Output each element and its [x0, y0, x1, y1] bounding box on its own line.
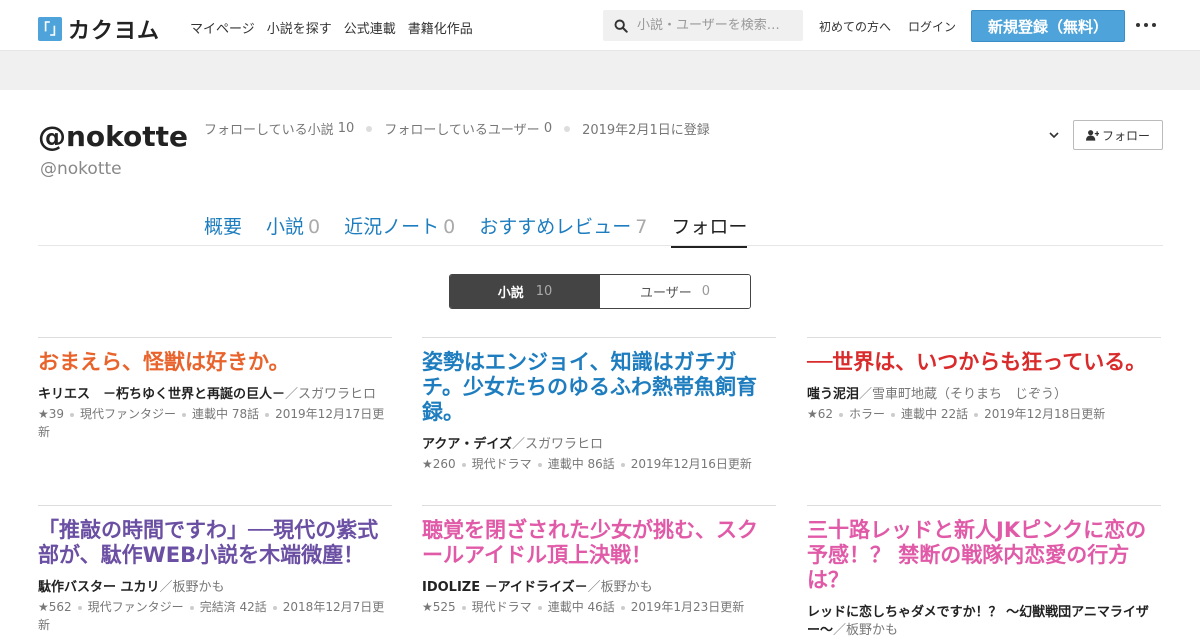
header-banner: [0, 51, 1200, 90]
tab-count: 7: [635, 216, 648, 238]
work-info: ★62 ホラー 連載中 22話 2019年12月18日更新: [807, 405, 1161, 423]
work-card: 三十路レッドと新人JKピンクに恋の予感！？ 禁断の戦隊内恋愛の行方は？ レッドに…: [807, 505, 1161, 640]
work-genre[interactable]: 現代ファンタジー: [88, 600, 184, 614]
work-status: 連載中 78話: [192, 407, 260, 421]
work-title[interactable]: 嗤う泥泪: [807, 387, 859, 402]
work-genre[interactable]: 現代ファンタジー: [80, 407, 176, 421]
profile-meta: フォローしている小説 10 フォローしているユーザー 0 2019年2月1日に登…: [204, 119, 710, 138]
work-status: 連載中 86話: [547, 457, 615, 471]
logo-mark: 「」: [36, 17, 64, 41]
work-author[interactable]: ／雪車町地蔵（そりまち じぞう）: [859, 387, 1067, 402]
tab-label: 小説: [266, 216, 305, 238]
work-catchphrase[interactable]: 「推敲の時間ですわ」──現代の紫式部が、駄作WEB小説を木端微塵！: [38, 518, 392, 568]
work-card: おまえら、怪獣は好きか。 キリエス －朽ちゆく世界と再誕の巨人－／スガワラヒロ …: [38, 337, 392, 441]
work-card: 聴覚を閉ざされた少女が挑む、スクールアイドル頂上決戦！ IDOLIZE －アイド…: [422, 505, 776, 616]
global-header: 「」 カクヨム マイページ 小説を探す 公式連載 書籍化作品 初めての方へ ログ…: [0, 0, 1200, 51]
nav-find-novels[interactable]: 小説を探す: [267, 18, 332, 37]
tab-follow[interactable]: フォロー: [671, 212, 748, 248]
nav-published-works[interactable]: 書籍化作品: [408, 18, 473, 37]
work-catchphrase[interactable]: 聴覚を閉ざされた少女が挑む、スクールアイドル頂上決戦！: [422, 518, 776, 568]
work-info: ★39 現代ファンタジー 連載中 78話 2019年12月17日更新: [38, 405, 392, 441]
work-author[interactable]: ／スガワラヒロ: [512, 437, 603, 452]
following-novels-count: 10: [337, 121, 355, 136]
work-status: 完結済 42話: [199, 600, 267, 614]
work-info: ★562 現代ファンタジー 完結済 42話 2018年12月7日更新: [38, 598, 392, 634]
tab-label: フォロー: [671, 216, 748, 238]
following-users-count: 0: [543, 121, 553, 136]
search-box: [603, 10, 803, 41]
nav-mypage[interactable]: マイページ: [190, 18, 255, 37]
work-status: 連載中 46話: [547, 600, 615, 614]
site-logo[interactable]: 「」 カクヨム: [36, 13, 161, 45]
following-users-label[interactable]: フォローしているユーザー: [384, 119, 539, 138]
toggle-users-count: 0: [701, 284, 711, 299]
tab-count: 0: [443, 216, 456, 238]
register-button[interactable]: 新規登録（無料）: [971, 10, 1125, 42]
work-info: ★525 現代ドラマ 連載中 46話 2019年1月23日更新: [422, 598, 776, 616]
work-genre[interactable]: ホラー: [849, 407, 885, 421]
global-nav: マイページ 小説を探す 公式連載 書籍化作品: [190, 18, 473, 37]
meta-separator: [564, 125, 571, 132]
add-user-icon: [1085, 130, 1099, 141]
work-card: 「推敲の時間ですわ」──現代の紫式部が、駄作WEB小説を木端微塵！ 駄作バスター…: [38, 505, 392, 634]
toggle-novels-label: 小説: [497, 286, 524, 301]
work-title[interactable]: IDOLIZE －アイドライズ－: [422, 580, 588, 595]
work-title[interactable]: キリエス －朽ちゆく世界と再誕の巨人－: [38, 387, 285, 402]
following-novels-label[interactable]: フォローしている小説: [204, 119, 334, 138]
login-link[interactable]: ログイン: [908, 18, 956, 35]
tab-overview[interactable]: 概要: [204, 212, 242, 248]
first-time-link[interactable]: 初めての方へ: [819, 18, 891, 35]
user-display-name: @nokotte: [38, 120, 189, 153]
registered-date: 2019年2月1日に登録: [582, 123, 710, 138]
more-menu-icon[interactable]: [1136, 23, 1156, 27]
work-author[interactable]: ／スガワラヒロ: [285, 387, 376, 402]
work-stars: ★39: [38, 407, 65, 421]
logo-text: カクヨム: [68, 19, 161, 44]
work-catchphrase[interactable]: 姿勢はエンジョイ、知識はガチガチ。少女たちのゆるふわ熱帯魚飼育録。: [422, 350, 776, 425]
chevron-down-icon[interactable]: [1048, 129, 1060, 141]
toggle-novels[interactable]: 小説 10: [450, 275, 600, 308]
tab-label: 概要: [204, 216, 243, 238]
work-title[interactable]: アクア・デイズ: [422, 437, 512, 452]
work-catchphrase[interactable]: 三十路レッドと新人JKピンクに恋の予感！？ 禁断の戦隊内恋愛の行方は？: [807, 518, 1161, 593]
work-catchphrase[interactable]: おまえら、怪獣は好きか。: [38, 350, 392, 375]
work-card: 姿勢はエンジョイ、知識はガチガチ。少女たちのゆるふわ熱帯魚飼育録。 アクア・デイ…: [422, 337, 776, 473]
tab-novels[interactable]: 小説 0: [266, 212, 320, 248]
follow-type-toggle: 小説 10 ユーザー 0: [449, 274, 751, 309]
tabs-divider: [38, 245, 1163, 246]
profile-tabs: 概要 小説 0 近況ノート 0 おすすめレビュー 7 フォロー: [204, 212, 748, 248]
work-author[interactable]: ／板野かも: [833, 623, 898, 638]
work-genre[interactable]: 現代ドラマ: [472, 457, 532, 471]
work-stars: ★525: [422, 600, 456, 614]
follow-button-label: フォロー: [1101, 128, 1150, 143]
tab-count: 0: [308, 216, 321, 238]
tab-label: おすすめレビュー: [479, 216, 632, 238]
search-input[interactable]: [637, 18, 797, 33]
work-updated: 2019年1月23日更新: [630, 600, 745, 614]
nav-official-series[interactable]: 公式連載: [344, 18, 396, 37]
work-status: 連載中 22話: [901, 407, 969, 421]
work-author[interactable]: ／板野かも: [588, 580, 653, 595]
work-genre[interactable]: 現代ドラマ: [472, 600, 532, 614]
search-icon[interactable]: [614, 19, 628, 33]
work-updated: 2019年12月16日更新: [630, 457, 752, 471]
toggle-novels-count: 10: [535, 284, 553, 299]
follow-user-button[interactable]: フォロー: [1073, 120, 1163, 150]
work-stars: ★562: [38, 600, 72, 614]
work-card: ──世界は、いつからも狂っている。 嗤う泥泪／雪車町地蔵（そりまち じぞう） ★…: [807, 337, 1161, 423]
work-author[interactable]: ／板野かも: [160, 580, 225, 595]
toggle-users[interactable]: ユーザー 0: [600, 275, 750, 308]
work-stars: ★62: [807, 407, 834, 421]
tab-label: 近況ノート: [344, 216, 440, 238]
work-catchphrase[interactable]: ──世界は、いつからも狂っている。: [807, 350, 1161, 375]
tab-reviews[interactable]: おすすめレビュー 7: [479, 212, 647, 248]
toggle-users-label: ユーザー: [639, 286, 692, 301]
work-info: ★260 現代ドラマ 連載中 86話 2019年12月16日更新: [422, 455, 776, 473]
meta-separator: [366, 125, 373, 132]
work-stars: ★260: [422, 457, 456, 471]
tab-notes[interactable]: 近況ノート 0: [344, 212, 455, 248]
work-title[interactable]: 駄作バスター ユカリ: [38, 580, 160, 595]
work-updated: 2019年12月18日更新: [984, 407, 1106, 421]
user-id: @nokotte: [40, 159, 122, 179]
